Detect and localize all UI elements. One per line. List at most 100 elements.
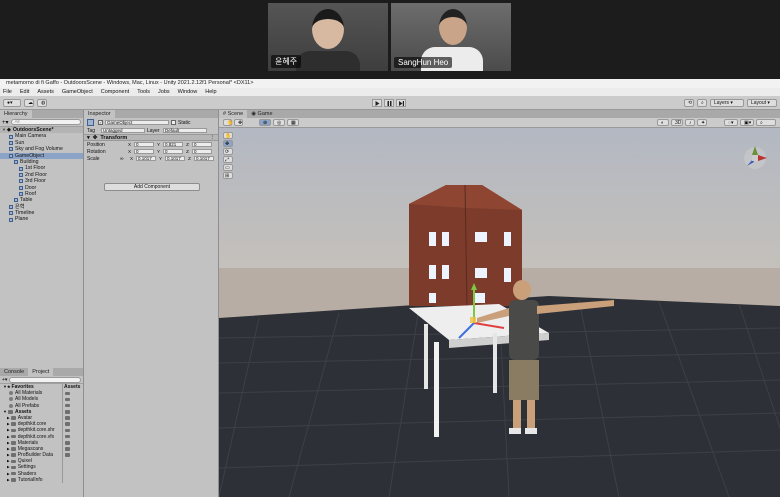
layers-dropdown[interactable]: Layers ▾ bbox=[710, 99, 744, 107]
expand-arrow-icon[interactable]: ▶ bbox=[7, 477, 10, 483]
menu-item-tools[interactable]: Tools bbox=[137, 88, 150, 96]
scale-z-field[interactable]: 0.1017 bbox=[194, 155, 214, 162]
position-x-field[interactable]: 0 bbox=[134, 141, 154, 148]
menu-item-file[interactable]: File bbox=[3, 88, 12, 96]
gameobject-icon bbox=[87, 119, 94, 126]
participant-body-icon bbox=[296, 51, 360, 71]
rotation-y-field[interactable]: 0 bbox=[163, 148, 183, 155]
view-tool-icon[interactable]: ✋ bbox=[223, 132, 233, 139]
layer-dropdown[interactable]: Default bbox=[163, 127, 207, 134]
account-dropdown[interactable]: ●▾ bbox=[3, 99, 21, 107]
scene-search-icon[interactable]: ⌕ bbox=[756, 119, 776, 126]
search-icon[interactable]: ⌕ bbox=[697, 99, 707, 107]
tab-game[interactable]: ◉ Game bbox=[247, 110, 277, 118]
rotation-label: Rotation bbox=[87, 148, 106, 155]
grid-snap-icon[interactable]: ▦ bbox=[287, 119, 299, 126]
chevron-down-icon[interactable]: ▾ bbox=[87, 135, 90, 141]
position-z-field[interactable]: 0 bbox=[192, 141, 212, 148]
collab-icon[interactable]: ◍ bbox=[37, 99, 47, 107]
rect-tool-icon[interactable]: ▭ bbox=[223, 164, 233, 171]
scale-label: Scale bbox=[87, 155, 100, 162]
tab-console[interactable]: Console bbox=[0, 368, 29, 376]
folder-icon bbox=[65, 428, 70, 433]
static-label: Static bbox=[178, 119, 191, 126]
global-toggle[interactable]: ◎ bbox=[273, 119, 285, 126]
participant-name-right: SangHun Heo bbox=[394, 57, 453, 68]
game-tab-icon: ◉ bbox=[251, 111, 257, 117]
pause-button[interactable] bbox=[384, 99, 394, 107]
scale-y-field[interactable]: 0.1017 bbox=[165, 155, 185, 162]
audio-toggle-icon[interactable]: ♪ bbox=[685, 119, 695, 126]
folder-label: TutorialInfo bbox=[17, 476, 43, 483]
tag-dropdown[interactable]: Untagged bbox=[101, 127, 145, 134]
rotation-x-field[interactable]: 0 bbox=[134, 148, 154, 155]
window-title: metamorno di fi Gaffo - OutdoorsScene - … bbox=[0, 79, 780, 88]
pivot-toggle[interactable]: ⊕ bbox=[259, 119, 271, 126]
menu-item-window[interactable]: Window bbox=[178, 88, 198, 96]
folder-icon bbox=[65, 403, 70, 408]
move-gizmo-icon[interactable]: ✥ bbox=[223, 140, 233, 147]
position-y-field[interactable]: 0.821 bbox=[163, 141, 183, 148]
mode-2d-3d-toggle[interactable]: 3D bbox=[671, 119, 683, 126]
effects-toggle-icon[interactable]: ✦ bbox=[697, 119, 707, 126]
transform-tool-icon[interactable]: ⊞ bbox=[223, 172, 233, 179]
assets-column-header: Assets bbox=[64, 384, 81, 390]
layout-label: Layout bbox=[751, 100, 767, 106]
menu-item-component[interactable]: Component bbox=[101, 88, 129, 96]
move-tool-icon[interactable]: ✥ bbox=[234, 119, 243, 126]
gameobject-icon bbox=[19, 172, 23, 177]
tab-scene[interactable]: # Scene bbox=[219, 110, 248, 118]
tab-project[interactable]: Project bbox=[28, 368, 54, 376]
object-name-field[interactable]: GameObject bbox=[105, 119, 169, 126]
add-icon[interactable]: +▾ bbox=[2, 377, 7, 383]
scene-viewport[interactable] bbox=[219, 128, 780, 497]
cloud-icon[interactable]: ☁ bbox=[24, 99, 34, 107]
add-icon[interactable]: +▾ bbox=[2, 119, 9, 126]
rotate-tool-icon[interactable]: ⟳ bbox=[223, 148, 233, 155]
rotation-z-field[interactable]: 0 bbox=[192, 148, 212, 155]
shading-mode-icon[interactable]: ◐ bbox=[657, 119, 669, 126]
scale-link-icon[interactable]: ∞ bbox=[120, 156, 127, 162]
layer-label: Layer bbox=[147, 127, 160, 134]
tab-inspector[interactable]: Inspector bbox=[84, 110, 115, 118]
folder-icon bbox=[10, 459, 16, 464]
menu-item-gameobject[interactable]: GameObject bbox=[62, 88, 93, 96]
camera-settings-icon[interactable]: ▣▾ bbox=[740, 119, 754, 126]
gizmos-toggle-icon[interactable]: ◌▾ bbox=[724, 119, 738, 126]
folder-icon bbox=[65, 410, 70, 414]
scale-x-field[interactable]: 0.1017 bbox=[136, 155, 156, 162]
active-checkbox[interactable]: ✓ bbox=[98, 120, 103, 125]
unity-editor-window: metamorno di fi Gaffo - OutdoorsScene - … bbox=[0, 79, 780, 497]
video-tile-left[interactable]: 윤혜주 bbox=[268, 3, 388, 71]
main-toolbar: ●▾ ☁ ◍ ⟲ ⌕ Layers ▾ Layout ▾ bbox=[0, 96, 780, 110]
tab-hierarchy[interactable]: Hierarchy bbox=[0, 110, 32, 118]
search-filter-icon bbox=[9, 391, 13, 396]
gameobject-icon bbox=[9, 147, 13, 152]
history-icon[interactable]: ⟲ bbox=[684, 99, 694, 107]
step-button[interactable] bbox=[396, 99, 406, 107]
folder-icon bbox=[10, 416, 16, 420]
menu-item-assets[interactable]: Assets bbox=[37, 88, 54, 96]
folder-icon bbox=[65, 453, 70, 457]
layout-dropdown[interactable]: Layout ▾ bbox=[747, 99, 777, 107]
video-tile-right[interactable]: SangHun Heo bbox=[391, 3, 511, 71]
unity-logo-icon: ◆ bbox=[7, 127, 11, 133]
asset-folder[interactable]: ▶ TutorialInfo bbox=[0, 477, 62, 483]
project-search-input[interactable] bbox=[9, 376, 81, 383]
hand-tool-icon[interactable]: ✋ bbox=[223, 119, 233, 126]
asset-thumbnail[interactable] bbox=[63, 452, 83, 458]
play-button[interactable] bbox=[372, 99, 382, 107]
menu-item-edit[interactable]: Edit bbox=[20, 88, 29, 96]
menu-item-help[interactable]: Help bbox=[205, 88, 216, 96]
transform-icon: ✥ bbox=[92, 134, 98, 141]
static-checkbox[interactable] bbox=[171, 120, 176, 125]
folder-icon bbox=[65, 416, 70, 420]
menu-item-jobs[interactable]: Jobs bbox=[158, 88, 170, 96]
component-menu-icon[interactable]: ⋮ bbox=[210, 135, 216, 141]
gameobject-icon bbox=[14, 198, 18, 203]
scale-tool-icon[interactable]: ⤢ bbox=[223, 156, 233, 163]
transform-header[interactable]: ▾ ✥ Transform ⋮ bbox=[84, 134, 218, 141]
add-component-button[interactable]: Add Component bbox=[104, 183, 200, 191]
hierarchy-search-input[interactable]: All bbox=[10, 119, 81, 125]
hierarchy-item[interactable]: Plane bbox=[0, 216, 83, 222]
